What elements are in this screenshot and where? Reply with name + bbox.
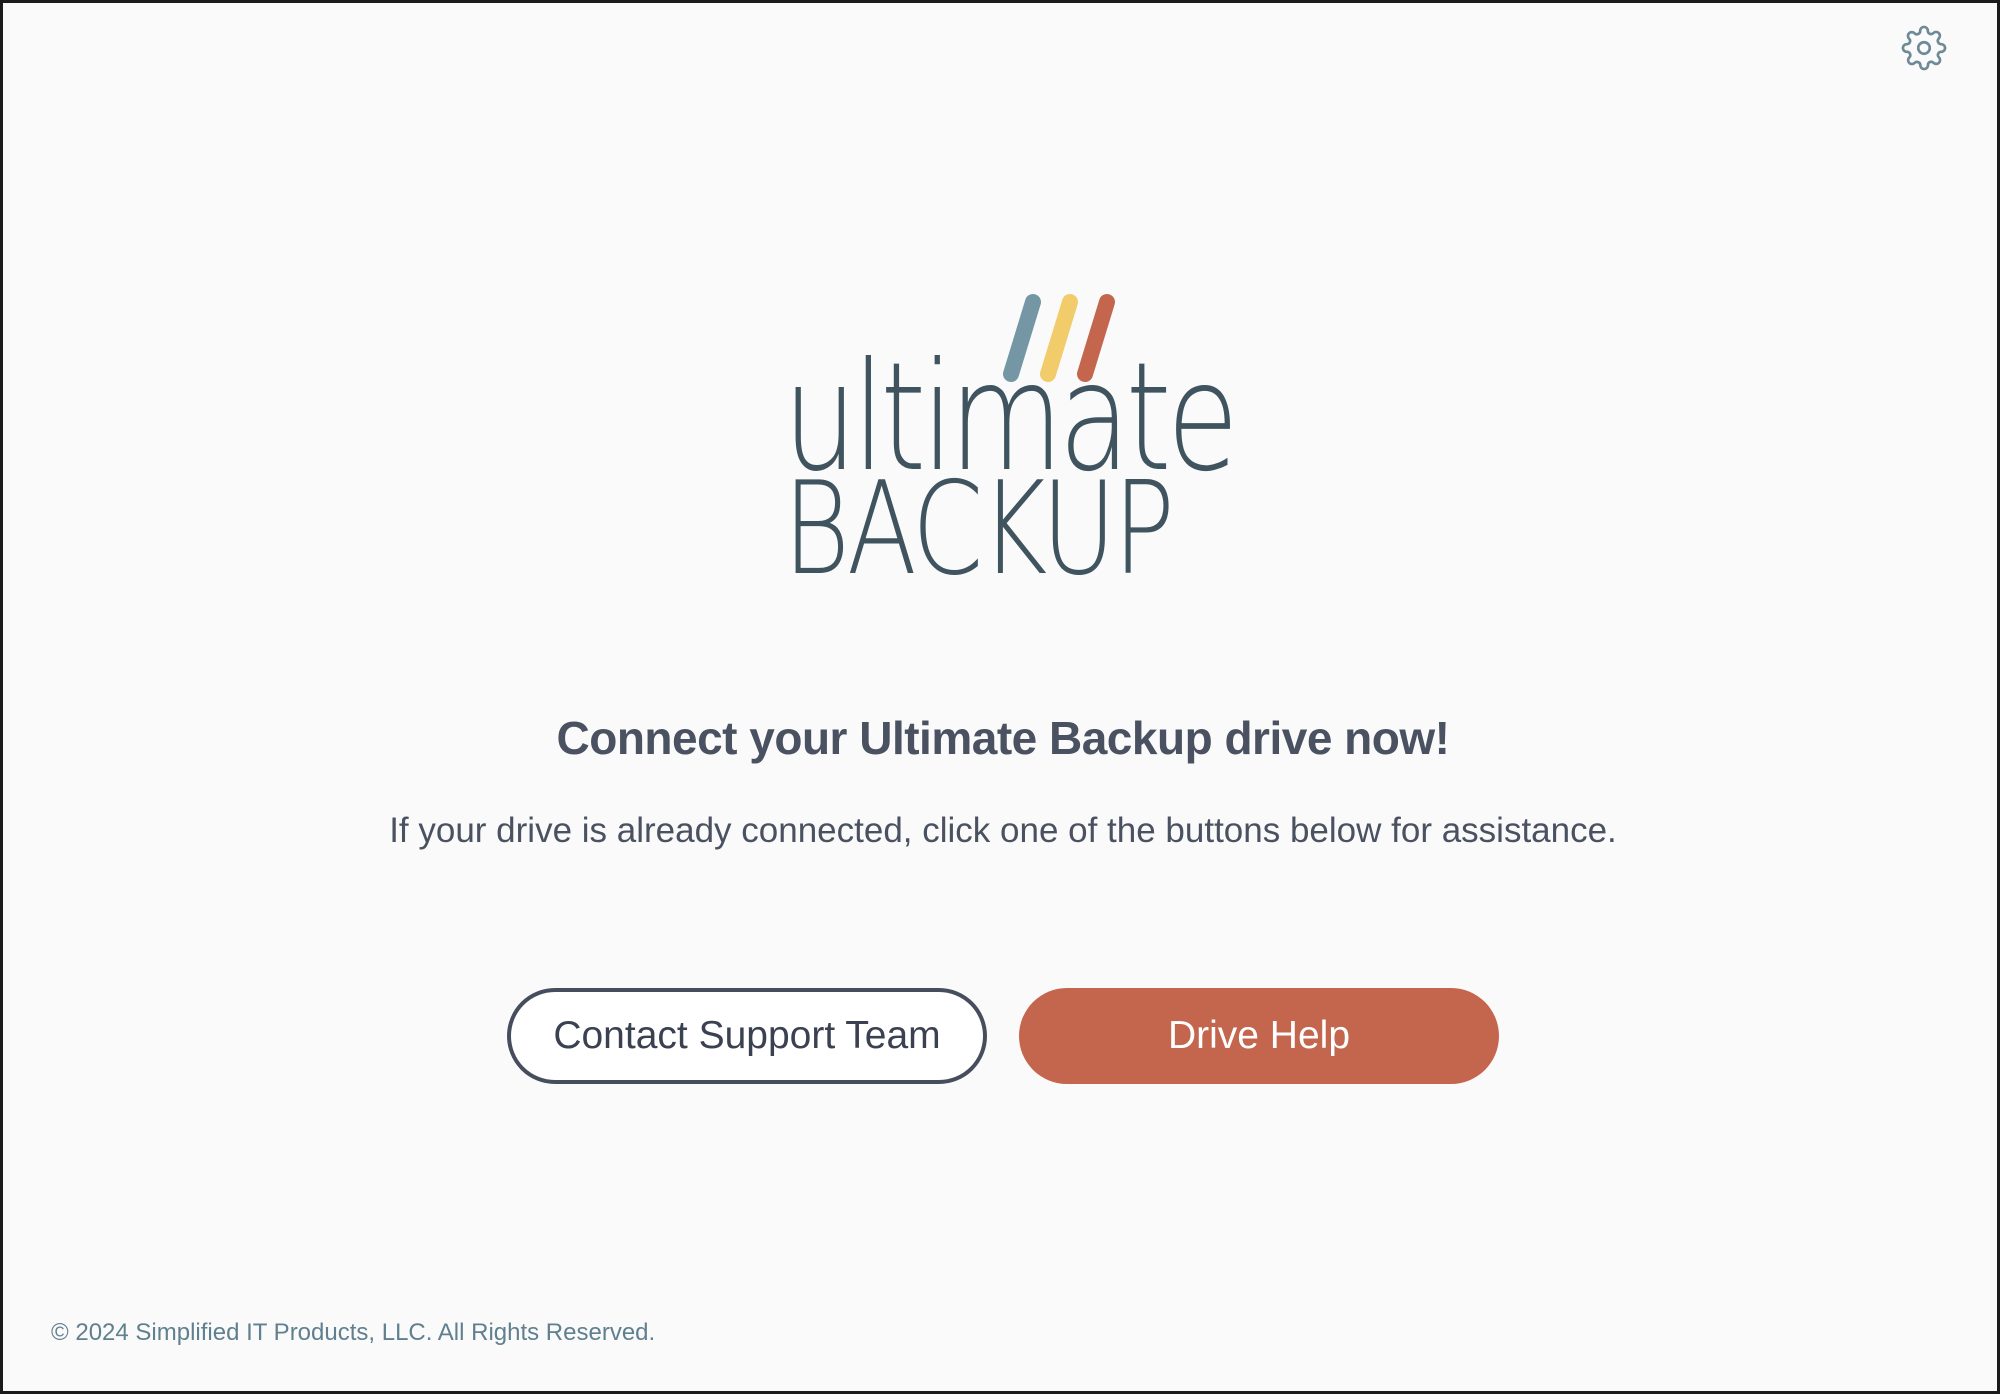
gear-icon — [1901, 25, 1947, 71]
page-subtitle: If your drive is already connected, clic… — [389, 811, 1617, 850]
contact-support-button[interactable]: Contact Support Team — [507, 988, 987, 1084]
page-title: Connect your Ultimate Backup drive now! — [556, 712, 1450, 764]
ultimate-backup-logo: ultimate BACKUP — [783, 288, 1239, 594]
app-window: ultimate BACKUP Connect your Ultimate Ba… — [0, 0, 2000, 1394]
settings-button[interactable] — [1899, 23, 1949, 73]
drive-help-button[interactable]: Drive Help — [1019, 988, 1499, 1084]
copyright-footer: © 2024 Simplified IT Products, LLC. All … — [51, 1319, 656, 1346]
logo-word-backup: BACKUP — [783, 455, 1175, 604]
